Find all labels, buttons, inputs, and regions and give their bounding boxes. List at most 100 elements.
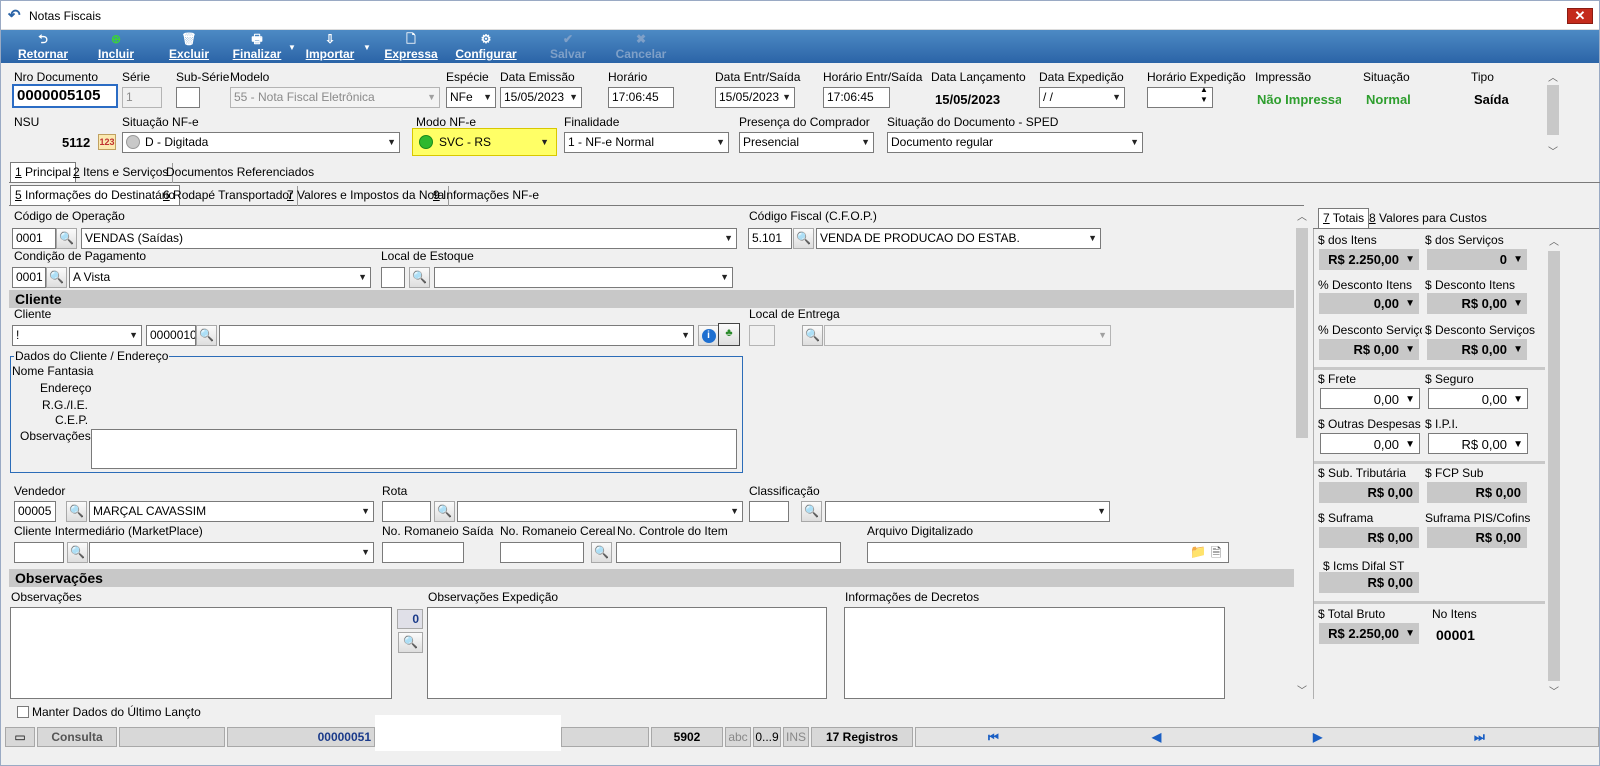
vendedor-search-icon[interactable]: 🔍 xyxy=(66,501,87,522)
configurar-button[interactable]: ⚙ Configurar xyxy=(453,31,519,62)
data-emissao-field[interactable]: 15/05/2023 xyxy=(500,87,582,108)
outras-field[interactable]: 0,00 xyxy=(1320,433,1420,455)
rota-field[interactable] xyxy=(382,501,431,522)
horario-entr-field[interactable]: 17:06:45 xyxy=(823,87,890,108)
cond-pag-search-icon[interactable]: 🔍 xyxy=(46,267,67,288)
finalizar-dropdown-icon[interactable]: ▼ xyxy=(288,43,296,52)
horario-field[interactable]: 17:06:45 xyxy=(608,87,674,108)
obs-search-icon[interactable]: 🔍 xyxy=(398,632,423,653)
modelo-select[interactable]: 55 - Nota Fiscal Eletrônica xyxy=(230,87,440,108)
last-record-icon[interactable]: ⏭ xyxy=(1474,730,1485,745)
header-scroll-thumb[interactable] xyxy=(1547,85,1559,135)
cliente-search-icon[interactable]: 🔍 xyxy=(196,325,217,346)
pct-desc-itens-value[interactable]: 0,00 xyxy=(1319,293,1419,314)
cliente-info-button[interactable]: i xyxy=(698,325,719,346)
ipi-field[interactable]: R$ 0,00 xyxy=(1428,433,1528,455)
data-entr-field[interactable]: 15/05/2023 xyxy=(715,87,795,108)
sit-sped-select[interactable]: Documento regular xyxy=(887,132,1143,153)
scroll-up-icon[interactable]: ︿ xyxy=(1548,69,1558,84)
tab-informacoes-nfe[interactable]: 9 Informações NF-e xyxy=(429,186,543,206)
form-scroll-down-icon[interactable]: ﹀ xyxy=(1297,682,1307,697)
expressa-button[interactable]: 🗋 Expressa xyxy=(382,31,440,62)
cod-op-field[interactable]: 0001 xyxy=(12,228,56,249)
totals-scroll-down-icon[interactable]: ﹀ xyxy=(1549,683,1559,698)
tab-itens-servicos[interactable]: 2 Itens e Serviços xyxy=(69,163,174,183)
vendedor-cod-field[interactable]: 00005 xyxy=(14,501,56,522)
classificacao-search-icon[interactable]: 🔍 xyxy=(801,501,822,522)
importar-button[interactable]: ⇩ Importar xyxy=(302,31,358,62)
cfop-field[interactable]: 5.101 xyxy=(748,228,792,249)
romaneio-saida-field[interactable] xyxy=(382,542,464,563)
romaneio-cereal-search-icon[interactable]: 🔍 xyxy=(591,542,612,563)
presenca-select[interactable]: Presencial xyxy=(739,132,874,153)
finalizar-button[interactable]: 🖶 Finalizar xyxy=(230,31,284,62)
romaneio-cereal-field[interactable] xyxy=(500,542,584,563)
cod-op-select[interactable]: VENDAS (Saídas) xyxy=(81,228,737,249)
tab-valores-impostos[interactable]: 7 Valores e Impostos da Nota xyxy=(283,186,450,206)
prev-record-icon[interactable]: ◀ xyxy=(1152,730,1161,744)
local-entrega-field[interactable] xyxy=(749,325,775,346)
classificacao-field[interactable] xyxy=(749,501,789,522)
first-record-icon[interactable]: ⏮ xyxy=(988,730,999,745)
cliente-nome-select[interactable] xyxy=(219,325,694,346)
vendedor-select[interactable]: MARÇAL CAVASSIM xyxy=(89,501,374,522)
cliente-interm-field[interactable] xyxy=(14,542,64,563)
especie-select[interactable]: NFe xyxy=(446,87,496,108)
local-entrega-select[interactable] xyxy=(824,325,1111,346)
tab-informacoes-destinatario[interactable]: 5 Informações do Destinatário xyxy=(10,185,181,205)
data-exped-field[interactable]: / / xyxy=(1039,87,1125,108)
local-estoque-field[interactable] xyxy=(381,267,405,288)
form-scroll-up-icon[interactable]: ︿ xyxy=(1297,208,1307,223)
totals-scroll-up-icon[interactable]: ︿ xyxy=(1549,233,1559,248)
finalidade-select[interactable]: 1 - NF-e Normal xyxy=(564,132,729,153)
rota-select[interactable] xyxy=(457,501,743,522)
tab-principal[interactable]: 1 Principal xyxy=(10,162,77,182)
dos-itens-value[interactable]: R$ 2.250,00 xyxy=(1319,249,1419,270)
header-scrollbar[interactable]: ︿ ﹀ xyxy=(1545,69,1561,158)
info-decretos-memo[interactable] xyxy=(844,607,1225,699)
cliente-tipo-select[interactable]: ! xyxy=(12,325,142,346)
desc-serv-value[interactable]: R$ 0,00 xyxy=(1427,339,1527,360)
cond-pag-select[interactable]: A Vista xyxy=(69,267,371,288)
incluir-button[interactable]: ⊕ Incluir xyxy=(93,31,139,62)
total-bruto-value[interactable]: R$ 2.250,00 xyxy=(1319,623,1419,644)
importar-dropdown-icon[interactable]: ▼ xyxy=(363,43,371,52)
cond-pag-field[interactable]: 0001 xyxy=(12,267,46,288)
nro-documento-field[interactable]: 0000005105 xyxy=(12,84,118,108)
local-entrega-search-icon[interactable]: 🔍 xyxy=(802,325,823,346)
cancelar-button[interactable]: ✖ Cancelar xyxy=(615,31,667,62)
frete-field[interactable]: 0,00 xyxy=(1320,388,1420,410)
modo-nfe-select[interactable]: SVC - RS xyxy=(416,132,553,153)
local-estoque-search-icon[interactable]: 🔍 xyxy=(409,267,430,288)
situacao-nfe-select[interactable]: D - Digitada xyxy=(122,132,400,153)
obs-exped-memo[interactable] xyxy=(427,607,827,699)
manter-dados-checkbox[interactable] xyxy=(17,706,29,718)
form-scrollbar[interactable]: ︿ ﹀ xyxy=(1294,208,1310,699)
nsu-number-icon[interactable]: 123 xyxy=(98,134,116,150)
tab-valores-custos[interactable]: 8 Valores para Custos xyxy=(1365,209,1491,229)
dos-servicos-value[interactable]: 0 xyxy=(1427,249,1527,270)
rota-search-icon[interactable]: 🔍 xyxy=(434,501,455,522)
close-button[interactable]: ✕ xyxy=(1567,8,1593,24)
retornar-button[interactable]: ⮌ Retornar xyxy=(15,31,71,62)
next-record-icon[interactable]: ▶ xyxy=(1313,730,1322,744)
scroll-down-icon[interactable]: ﹀ xyxy=(1548,143,1558,158)
seguro-field[interactable]: 0,00 xyxy=(1428,388,1528,410)
tab-totais[interactable]: 7 Totais xyxy=(1318,208,1370,228)
cfop-search-icon[interactable]: 🔍 xyxy=(793,228,814,249)
arquivo-field[interactable] xyxy=(867,542,1229,563)
tab-rodape-transportador[interactable]: 6 Rodapé Transportador xyxy=(159,186,299,206)
spin-arrows-icon[interactable]: ▲ ▼ xyxy=(1200,85,1208,105)
totals-scrollbar[interactable]: ︿ ﹀ xyxy=(1546,231,1562,699)
cliente-interm-select[interactable] xyxy=(89,542,374,563)
cfop-select[interactable]: VENDA DE PRODUCAO DO ESTAB. xyxy=(816,228,1101,249)
obs-memo[interactable] xyxy=(10,607,392,699)
salvar-button[interactable]: ✔ Salvar xyxy=(545,31,591,62)
cod-op-search-icon[interactable]: 🔍 xyxy=(56,228,77,249)
pct-desc-serv-value[interactable]: R$ 0,00 xyxy=(1319,339,1419,360)
serie-field[interactable]: 1 xyxy=(122,87,162,108)
obs-cliente-memo[interactable] xyxy=(91,429,737,469)
form-scroll-thumb[interactable] xyxy=(1296,228,1308,438)
classificacao-select[interactable] xyxy=(825,501,1110,522)
totals-scroll-thumb[interactable] xyxy=(1548,251,1560,681)
